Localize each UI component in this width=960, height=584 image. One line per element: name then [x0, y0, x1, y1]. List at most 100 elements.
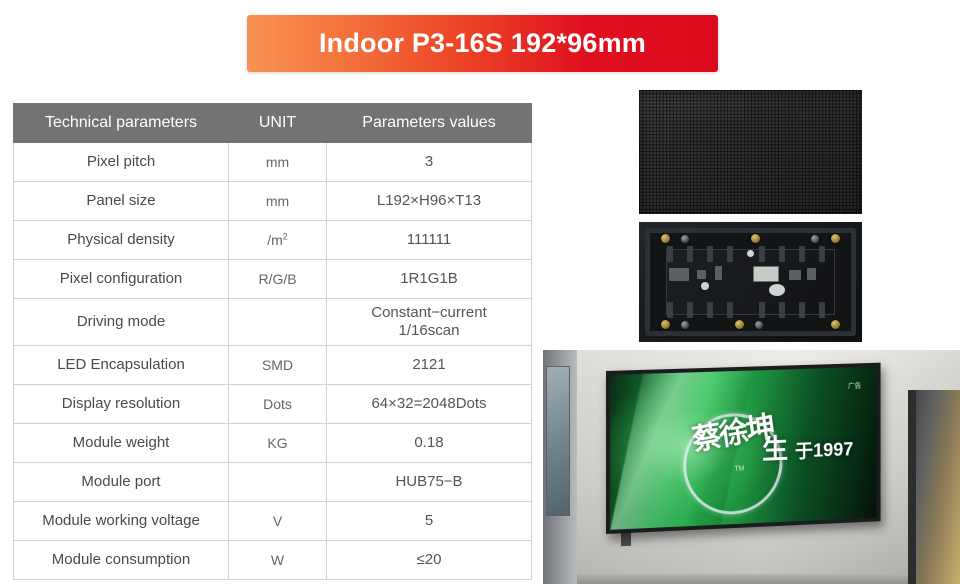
cell-parameter: Module weight: [13, 423, 229, 463]
cell-value-line-2: 1/16scan: [398, 322, 460, 339]
cell-parameter: Module port: [13, 462, 229, 502]
driver-ic: [669, 268, 689, 281]
magnet-post: [751, 234, 760, 243]
frame-rib: [707, 302, 713, 318]
table-row: Module port HUB75−B: [13, 462, 532, 502]
cell-value: 5: [326, 501, 532, 541]
table-header: Technical parameters UNIT Parameters val…: [13, 103, 532, 143]
technical-parameters-table: Technical parameters UNIT Parameters val…: [13, 103, 532, 580]
led-screen-content: 蔡徐坤 广告 TM 生 于1997: [609, 366, 877, 530]
slogan-primary-text: 生: [762, 434, 789, 465]
cell-unit: SMD: [228, 345, 327, 385]
cell-parameter: Display resolution: [13, 384, 229, 424]
mount-hole: [681, 321, 689, 329]
cell-unit: Dots: [228, 384, 327, 424]
cell-value: 64×32=2048Dots: [326, 384, 532, 424]
capacitor: [747, 250, 754, 257]
magnet-post: [661, 234, 670, 243]
table-row: Module consumption W ≤20: [13, 540, 532, 580]
cell-parameter: Physical density: [13, 220, 229, 260]
module-front-vignette: [639, 90, 862, 214]
cell-parameter: Pixel configuration: [13, 259, 229, 299]
cell-parameter: LED Encapsulation: [13, 345, 229, 385]
cell-unit: W: [228, 540, 327, 580]
mount-hole: [811, 235, 819, 243]
table-row: Pixel configuration R/G/B 1R1G1B: [13, 259, 532, 299]
driver-ic: [715, 266, 722, 280]
table-header-row: Technical parameters UNIT Parameters val…: [13, 103, 532, 143]
cell-unit: R/G/B: [228, 259, 327, 299]
cell-unit: /m2: [228, 220, 327, 260]
frame-rib: [779, 246, 785, 262]
cell-value: 1R1G1B: [326, 259, 532, 299]
table-row: Panel size mm L192×H96×T13: [13, 181, 532, 221]
column-header-parameter: Technical parameters: [13, 103, 229, 143]
mount-hole: [681, 235, 689, 243]
cell-unit: mm: [228, 142, 327, 182]
cell-unit: V: [228, 501, 327, 541]
module-plastic-frame: [645, 228, 856, 336]
driver-ic: [789, 270, 801, 280]
cell-unit: [228, 298, 327, 346]
cell-parameter: Panel size: [13, 181, 229, 221]
cell-value: Constant−current 1/16scan: [326, 298, 532, 346]
frame-rib: [727, 302, 733, 318]
frame-rib: [759, 246, 765, 262]
table-row: Module working voltage V 5: [13, 501, 532, 541]
frame-rib: [667, 302, 673, 318]
door-jamb: [908, 390, 916, 584]
trademark-mark: TM: [734, 465, 745, 473]
frame-rib: [799, 246, 805, 262]
frame-rib: [819, 246, 825, 262]
frame-rib: [727, 246, 733, 262]
column-header-unit: UNIT: [228, 103, 327, 143]
led-video-wall: 蔡徐坤 广告 TM 生 于1997: [606, 362, 881, 534]
floor-skirting: [577, 574, 908, 584]
column-header-value: Parameters values: [326, 103, 532, 143]
ad-corner-tag: 广告: [847, 382, 862, 390]
hub75-connector: [753, 266, 779, 282]
driver-ic: [807, 268, 816, 280]
cell-value: L192×H96×T13: [326, 181, 532, 221]
magnet-post: [831, 320, 840, 329]
product-title-text: Indoor P3-16S 192*96mm: [318, 28, 647, 58]
magnet-post: [831, 234, 840, 243]
frame-rib: [667, 246, 673, 262]
cell-value: 2121: [326, 345, 532, 385]
frame-rib: [707, 246, 713, 262]
table-body: Pixel pitch mm 3 Panel size mm L192×H96×T13 Ph…: [13, 142, 532, 580]
led-module-front-photo: [639, 90, 862, 214]
cell-value: 0.18: [326, 423, 532, 463]
pillar-glass-panel: [546, 366, 570, 516]
cell-parameter: Pixel pitch: [13, 142, 229, 182]
cell-value: 111111: [326, 220, 532, 260]
driver-ic: [697, 270, 706, 279]
cell-value: HUB75−B: [326, 462, 532, 502]
cell-parameter: Driving mode: [13, 298, 229, 346]
led-screen-installation-photo: 蔡徐坤 广告 TM 生 于1997: [543, 350, 960, 584]
right-doorway: [908, 390, 960, 584]
cell-value: ≤20: [326, 540, 532, 580]
frame-rib: [687, 302, 693, 318]
capacitor: [769, 284, 785, 296]
table-row: Driving mode Constant−current 1/16scan: [13, 298, 532, 346]
frame-rib: [759, 302, 765, 318]
frame-rib: [779, 302, 785, 318]
magnet-post: [735, 320, 744, 329]
table-row: Module weight KG 0.18: [13, 423, 532, 463]
cell-parameter: Module consumption: [13, 540, 229, 580]
led-module-back-pcb-photo: [639, 222, 862, 342]
frame-rib: [687, 246, 693, 262]
cell-value-line-1: Constant−current: [371, 304, 487, 322]
product-title-banner: Indoor P3-16S 192*96mm: [247, 15, 718, 72]
mount-hole: [755, 321, 763, 329]
capacitor: [701, 282, 709, 290]
table-row: Pixel pitch mm 3: [13, 142, 532, 182]
frame-rib: [819, 302, 825, 318]
cell-value: 3: [326, 142, 532, 182]
table-row: Physical density/m2 111111: [13, 220, 532, 260]
cell-unit-exponent: 2: [282, 231, 288, 242]
cell-unit: mm: [228, 181, 327, 221]
frame-rib: [799, 302, 805, 318]
cell-unit: [228, 462, 327, 502]
